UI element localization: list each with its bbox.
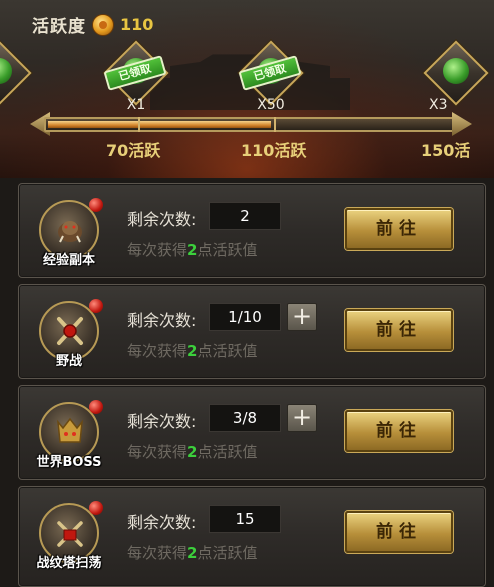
remaining-count-label: 剩余次数: bbox=[127, 513, 197, 532]
desc-prefix: 每次获得 bbox=[127, 443, 188, 461]
task-row-exp-dungeon: 经验副本 剩余次数: 2 每次获得2点活跃值 前往 bbox=[18, 183, 486, 278]
task-name: 世界BOSS bbox=[36, 455, 102, 470]
go-button[interactable]: 前往 bbox=[345, 309, 453, 351]
plus-button[interactable]: + bbox=[287, 404, 317, 432]
activity-value: 110 bbox=[120, 15, 154, 34]
progress-tick bbox=[274, 117, 276, 132]
activity-header: 活跃度 110 bbox=[32, 12, 153, 37]
milestone-label: 70活跃 bbox=[106, 141, 161, 160]
desc-suffix: 点活跃值 bbox=[197, 544, 258, 562]
activity-progress-bar bbox=[44, 117, 458, 132]
task-row-world-boss: 世界BOSS 剩余次数: 3/8 + 每次获得2点活跃值 前往 bbox=[18, 385, 486, 480]
boar-icon bbox=[58, 221, 82, 243]
desc-suffix: 点活跃值 bbox=[197, 443, 258, 461]
activity-banner: 活跃度 110 已领取 X1 已领取 X50 X3 70活跃 110活跃 150… bbox=[0, 0, 494, 178]
coin-icon bbox=[92, 13, 114, 36]
reward-chest-2[interactable]: 已领取 X50 bbox=[236, 40, 306, 116]
desc-points: 2 bbox=[187, 241, 198, 259]
reward-quantity: X3 bbox=[429, 97, 448, 113]
desc-points: 2 bbox=[187, 342, 198, 360]
task-description: 每次获得2点活跃值 bbox=[127, 239, 257, 260]
remaining-count-value: 15 bbox=[209, 505, 281, 533]
task-name: 战纹塔扫荡 bbox=[36, 556, 102, 571]
reward-quantity: X50 bbox=[257, 97, 285, 113]
task-description: 每次获得2点活跃值 bbox=[127, 340, 257, 361]
remaining-count-value: 1/10 bbox=[209, 303, 281, 331]
desc-suffix: 点活跃值 bbox=[197, 342, 258, 360]
remaining-count-label: 剩余次数: bbox=[127, 210, 197, 229]
reward-chest-0[interactable] bbox=[0, 40, 34, 116]
tower-sweep-icon bbox=[57, 521, 83, 547]
desc-suffix: 点活跃值 bbox=[197, 241, 258, 259]
desc-prefix: 每次获得 bbox=[127, 241, 188, 259]
task-name: 野战 bbox=[55, 354, 82, 369]
boss-helmet-icon bbox=[57, 417, 83, 443]
progress-tick bbox=[138, 117, 140, 132]
plus-button[interactable]: + bbox=[287, 303, 317, 331]
reward-chest-1[interactable]: 已领取 X1 bbox=[101, 40, 171, 116]
milestone-label: 150活 bbox=[421, 141, 471, 160]
task-name: 经验副本 bbox=[42, 253, 95, 268]
task-row-field-battle: 野战 剩余次数: 1/10 + 每次获得2点活跃值 前往 bbox=[18, 284, 486, 379]
go-button[interactable]: 前往 bbox=[345, 410, 453, 452]
task-row-tower-sweep: 战纹塔扫荡 剩余次数: 15 每次获得2点活跃值 前往 bbox=[18, 486, 486, 587]
progress-fill bbox=[48, 121, 271, 128]
milestone-label: 110活跃 bbox=[241, 141, 307, 160]
crossed-swords-icon bbox=[57, 317, 83, 345]
activity-label: 活跃度 bbox=[32, 17, 86, 37]
desc-prefix: 每次获得 bbox=[127, 544, 188, 562]
go-button[interactable]: 前往 bbox=[345, 511, 453, 553]
desc-points: 2 bbox=[187, 443, 198, 461]
task-description: 每次获得2点活跃值 bbox=[127, 441, 257, 462]
remaining-count-label: 剩余次数: bbox=[127, 412, 197, 431]
go-button[interactable]: 前往 bbox=[345, 208, 453, 250]
task-description: 每次获得2点活跃值 bbox=[127, 542, 257, 563]
remaining-count-label: 剩余次数: bbox=[127, 311, 197, 330]
reward-chest-icon bbox=[443, 58, 469, 84]
remaining-count-value: 3/8 bbox=[209, 404, 281, 432]
remaining-count-value: 2 bbox=[209, 202, 281, 230]
red-gem-icon bbox=[89, 198, 103, 212]
red-gem-icon bbox=[89, 501, 103, 515]
red-gem-icon bbox=[89, 400, 103, 414]
red-gem-icon bbox=[89, 299, 103, 313]
desc-prefix: 每次获得 bbox=[127, 342, 188, 360]
reward-quantity: X1 bbox=[126, 97, 146, 113]
reward-chest-3[interactable]: X3 bbox=[421, 40, 491, 116]
desc-points: 2 bbox=[187, 544, 198, 562]
